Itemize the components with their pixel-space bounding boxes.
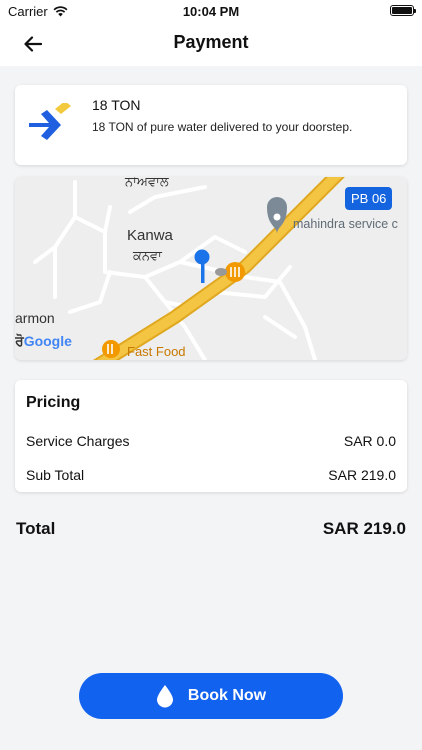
total-row: Total SAR 219.0 bbox=[16, 519, 406, 539]
total-value: SAR 219.0 bbox=[322, 519, 406, 538]
google-logo-text: Google bbox=[23, 333, 72, 349]
status-bar: Carrier 10:04 PM bbox=[0, 0, 422, 22]
service-charges-value: SAR 0.0 bbox=[343, 433, 396, 449]
map-label-gurmukhi-top: ਨਾਂਅਵਾਲ bbox=[125, 177, 169, 189]
status-time: 10:04 PM bbox=[182, 4, 240, 19]
nav-bar: Payment bbox=[0, 22, 422, 66]
subtotal-row: Sub Total SAR 219.0 bbox=[26, 467, 396, 483]
service-poi-dot bbox=[273, 213, 281, 221]
google-logo: ਰੋGoogle bbox=[15, 333, 72, 350]
location-pin-icon bbox=[194, 249, 210, 265]
subtotal-label: Sub Total bbox=[26, 467, 85, 483]
status-right bbox=[390, 5, 416, 16]
map-label-kanwa: Kanwa bbox=[127, 227, 173, 244]
map-view[interactable]: ਨਾਂਅਵਾਲ Kanwa ਕਨਵਾ mahindra service c ar… bbox=[15, 177, 407, 360]
product-card[interactable]: 18 TON 18 TON of pure water delivered to… bbox=[15, 85, 407, 165]
pricing-title: Pricing bbox=[26, 394, 81, 411]
map-label-fastfood: Fast Food bbox=[127, 344, 186, 359]
product-description: 18 TON of pure water delivered to your d… bbox=[92, 120, 353, 134]
fastfood-poi-icon bbox=[102, 340, 120, 358]
page-title: Payment bbox=[173, 32, 249, 52]
total-label: Total bbox=[16, 519, 56, 538]
map-marker-shadow bbox=[215, 268, 227, 276]
map-label-kanwa-gurmukhi: ਕਨਵਾ bbox=[133, 248, 162, 263]
map-label-mahindra: mahindra service c bbox=[293, 217, 398, 231]
book-now-button[interactable]: Book Now bbox=[79, 673, 343, 719]
water-drop-icon bbox=[156, 685, 173, 708]
google-prefix: ਰੋ bbox=[15, 333, 24, 349]
product-title: 18 TON bbox=[92, 97, 141, 113]
pricing-card: Pricing Service Charges SAR 0.0 Sub Tota… bbox=[15, 380, 407, 492]
subtotal-value: SAR 219.0 bbox=[328, 467, 396, 483]
service-charges-row: Service Charges SAR 0.0 bbox=[26, 433, 396, 449]
map-label-armon: armon bbox=[15, 310, 55, 326]
service-charges-label: Service Charges bbox=[26, 433, 130, 449]
brand-logo-icon bbox=[29, 103, 71, 140]
battery-icon bbox=[390, 5, 416, 16]
book-now-label: Book Now bbox=[187, 687, 267, 704]
map-badge: PB 06 bbox=[345, 187, 393, 210]
